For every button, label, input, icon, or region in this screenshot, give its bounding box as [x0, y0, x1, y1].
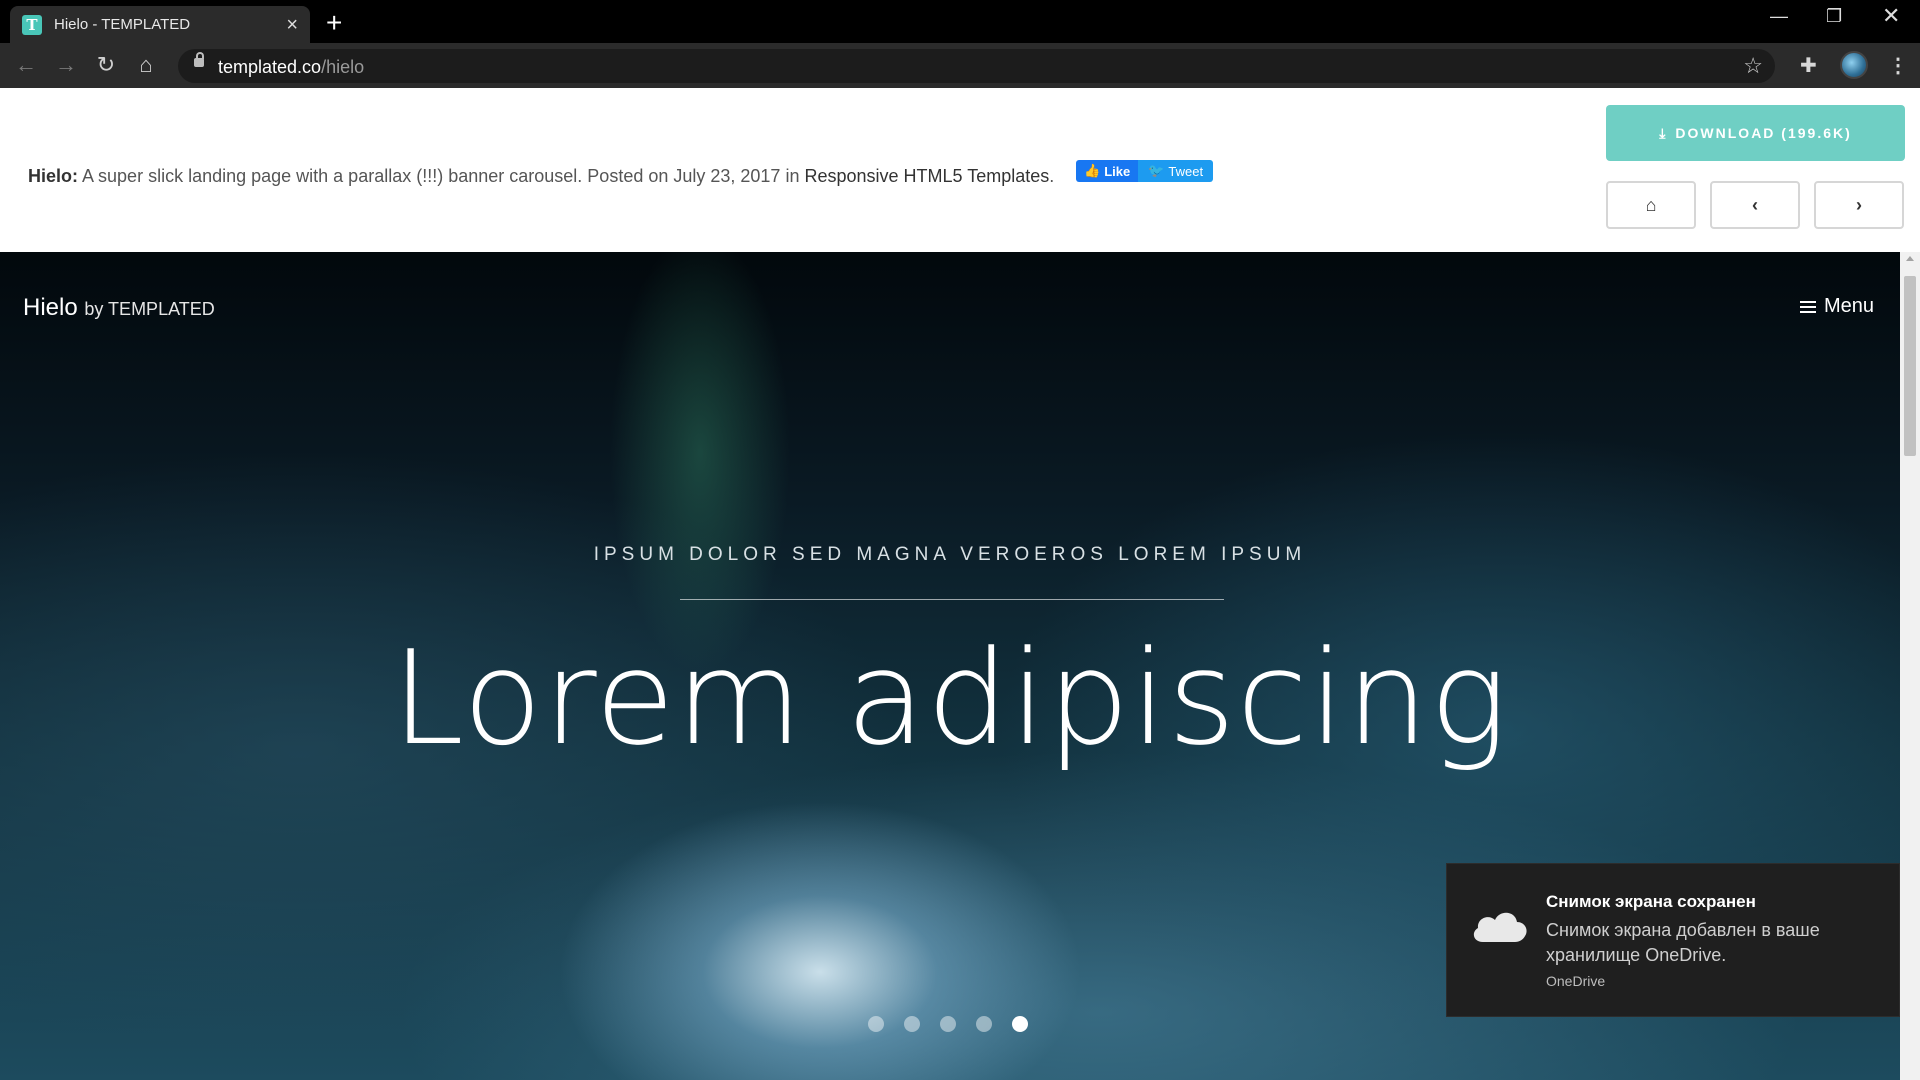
twitter-bird-icon: 🐦 — [1148, 163, 1165, 178]
address-bar[interactable]: templated.co/hielo ☆ — [178, 49, 1775, 83]
toast-body: Снимок экрана добавлен в ваше хранилище … — [1546, 920, 1820, 965]
profile-avatar[interactable] — [1840, 51, 1868, 79]
social-buttons: 👍 Like 🐦 Tweet — [1076, 160, 1214, 182]
thumbs-up-icon: 👍 — [1084, 163, 1101, 178]
carousel-dot-5[interactable] — [1012, 1016, 1028, 1032]
favicon-icon: T — [22, 14, 42, 35]
tweet-button[interactable]: 🐦 Tweet — [1138, 160, 1214, 182]
hamburger-icon — [1800, 300, 1816, 313]
templated-info-bar: Hielo: A super slick landing page with a… — [0, 88, 1920, 252]
chevron-left-icon: ‹ — [1752, 194, 1758, 215]
home-button[interactable]: ⌂ — [1606, 181, 1696, 229]
carousel-dot-3[interactable] — [940, 1016, 956, 1032]
chevron-right-icon: › — [1856, 194, 1862, 215]
download-icon: ⤓ — [1659, 124, 1668, 141]
back-icon[interactable]: ← — [12, 51, 40, 79]
previous-button[interactable]: ‹ — [1710, 181, 1800, 229]
scroll-up-arrow-icon[interactable] — [1906, 256, 1914, 261]
url-text: templated.co/hielo — [218, 57, 365, 77]
tab-title: Hielo - TEMPLATED — [54, 16, 191, 33]
carousel-dot-1[interactable] — [868, 1016, 884, 1032]
new-tab-button[interactable]: + — [326, 7, 342, 39]
browser-tab[interactable]: T Hielo - TEMPLATED × — [10, 6, 310, 43]
forward-icon[interactable]: → — [52, 51, 80, 79]
next-button[interactable]: › — [1814, 181, 1904, 229]
carousel-dots — [868, 1016, 1028, 1032]
site-logo[interactable]: Hielo by TEMPLATED — [23, 294, 215, 322]
cloud-icon — [1473, 912, 1527, 942]
hero-subtitle: IPSUM DOLOR SED MAGNA VEROEROS LOREM IPS… — [593, 544, 1307, 565]
hero-headline: Lorem adipiscing — [391, 622, 1509, 774]
minimize-icon[interactable]: — — [1770, 6, 1788, 27]
toast-app-name: OneDrive — [1546, 973, 1606, 989]
close-window-icon[interactable]: ✕ — [1882, 3, 1900, 29]
toast-title: Снимок экрана сохранен — [1546, 892, 1756, 911]
template-description: Hielo: A super slick landing page with a… — [28, 166, 1055, 186]
extensions-icon[interactable]: ✚ — [1800, 53, 1817, 78]
lock-icon — [194, 52, 204, 67]
bookmark-star-icon[interactable]: ☆ — [1743, 53, 1763, 79]
restore-icon[interactable]: ❐ — [1826, 6, 1842, 27]
scrollbar-thumb[interactable] — [1904, 276, 1916, 456]
hero-divider — [680, 599, 1224, 600]
download-button[interactable]: ⤓ DOWNLOAD (199.6K) — [1606, 105, 1905, 161]
close-tab-icon[interactable]: × — [286, 15, 298, 35]
page-scrollbar[interactable] — [1900, 252, 1920, 1080]
carousel-dot-2[interactable] — [904, 1016, 920, 1032]
home-icon[interactable]: ⌂ — [132, 51, 160, 79]
carousel-dot-4[interactable] — [976, 1016, 992, 1032]
home-icon: ⌂ — [1645, 194, 1657, 215]
browser-toolbar: ← → ↻ ⌂ templated.co/hielo ☆ ✚ ⋮ — [0, 43, 1920, 88]
more-menu-icon[interactable]: ⋮ — [1888, 53, 1908, 78]
reload-icon[interactable]: ↻ — [92, 51, 120, 79]
onedrive-notification[interactable]: Снимок экрана сохранен Снимок экрана доб… — [1446, 863, 1900, 1017]
category-link[interactable]: Responsive HTML5 Templates — [804, 166, 1049, 186]
browser-tab-strip: T Hielo - TEMPLATED × + — ❐ ✕ — [0, 0, 1920, 43]
menu-button[interactable]: Menu — [1800, 295, 1874, 318]
facebook-like-button[interactable]: 👍 Like — [1076, 160, 1139, 182]
